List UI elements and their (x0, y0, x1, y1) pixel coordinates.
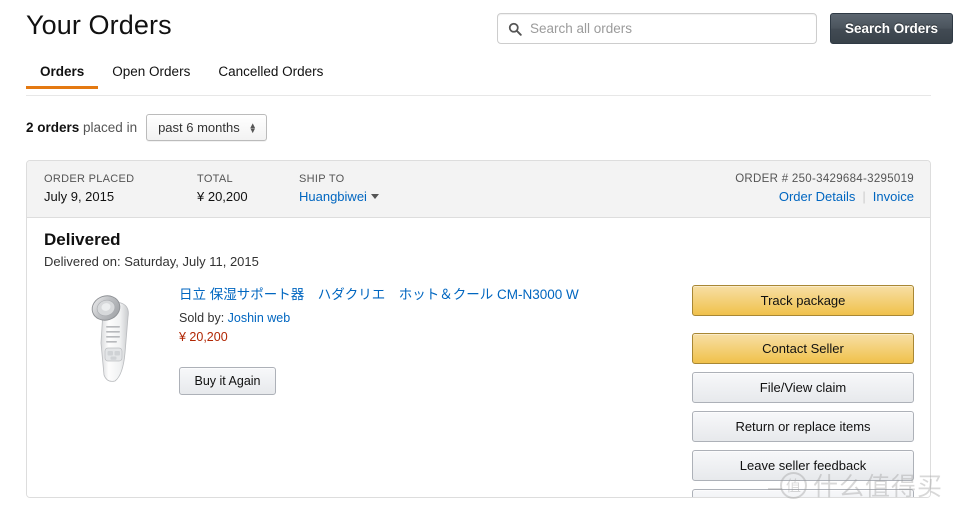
orders-tabs: Orders Open Orders Cancelled Orders (26, 64, 337, 89)
seller-link[interactable]: Joshin web (228, 311, 291, 325)
order-card-body: Delivered Delivered on: Saturday, July 1… (27, 218, 930, 497)
order-links: Order Details | Invoice (735, 189, 914, 204)
product-title-link[interactable]: 日立 保湿サポート器 ハダクリエ ホット＆クール CM-N3000 W (179, 286, 699, 304)
time-range-value: past 6 months (158, 120, 240, 135)
track-package-button[interactable]: Track package (692, 285, 914, 316)
time-range-select[interactable]: past 6 months ▲ ▼ (146, 114, 267, 141)
ship-to-value-row[interactable]: Huangbiwei (299, 189, 379, 204)
page-header: Your Orders Search all orders Search Ord… (0, 0, 957, 62)
ship-to-label: SHIP TO (299, 173, 345, 185)
sold-by-label: Sold by: (179, 311, 228, 325)
order-item-info: 日立 保湿サポート器 ハダクリエ ホット＆クール CM-N3000 W Sold… (179, 286, 699, 344)
search-orders-button[interactable]: Search Orders (830, 13, 954, 44)
link-separator: | (862, 189, 866, 204)
stepper-arrows-icon: ▲ ▼ (248, 120, 257, 135)
archive-order-button[interactable]: Archive order (692, 489, 914, 497)
return-or-replace-items-button[interactable]: Return or replace items (692, 411, 914, 442)
order-total-label: TOTAL (197, 173, 233, 185)
item-price: ¥ 20,200 (179, 330, 228, 344)
orders-count-suffix: placed in (79, 120, 138, 135)
order-total-block: TOTAL ¥ 20,200 (197, 173, 248, 204)
orders-count: 2 orders (26, 120, 80, 135)
sold-by-row: Sold by: Joshin web (179, 311, 699, 325)
order-status-subtitle: Delivered on: Saturday, July 11, 2015 (44, 254, 259, 269)
order-placed-block: ORDER PLACED July 9, 2015 (44, 173, 134, 204)
order-total-value: ¥ 20,200 (197, 189, 248, 204)
ship-to-block: SHIP TO Huangbiwei (299, 173, 379, 204)
order-meta-right: ORDER # 250-3429684-3295019 Order Detail… (735, 173, 914, 204)
watermark-dash (768, 488, 782, 490)
order-card-header: ORDER PLACED July 9, 2015 TOTAL ¥ 20,200… (27, 161, 930, 218)
order-details-link[interactable]: Order Details (779, 189, 856, 204)
orders-count-text: 2 orders placed in (26, 120, 137, 135)
order-status-title: Delivered (44, 230, 121, 249)
leave-seller-feedback-button[interactable]: Leave seller feedback (692, 450, 914, 481)
order-actions: Track package Contact Seller File/View c… (692, 285, 914, 497)
ship-to-recipient[interactable]: Huangbiwei (299, 189, 367, 204)
search-placeholder-text: Search all orders (530, 21, 633, 36)
order-placed-value: July 9, 2015 (44, 189, 115, 204)
order-search-area: Search all orders Search Orders (497, 13, 954, 44)
order-card: ORDER PLACED July 9, 2015 TOTAL ¥ 20,200… (26, 160, 931, 498)
orders-page: Your Orders Search all orders Search Ord… (0, 0, 957, 509)
contact-seller-button[interactable]: Contact Seller (692, 333, 914, 364)
search-icon (508, 22, 522, 36)
tab-orders[interactable]: Orders (26, 64, 99, 89)
file-view-claim-button[interactable]: File/View claim (692, 372, 914, 403)
tab-open-orders[interactable]: Open Orders (98, 64, 204, 88)
product-thumbnail-facial-device[interactable] (73, 291, 151, 389)
search-input[interactable]: Search all orders (497, 13, 817, 44)
order-placed-label: ORDER PLACED (44, 173, 135, 185)
tabs-divider (26, 95, 931, 96)
orders-filter-row: 2 orders placed in past 6 months ▲ ▼ (26, 114, 267, 141)
chevron-down-icon (370, 194, 379, 199)
tab-cancelled-orders[interactable]: Cancelled Orders (204, 64, 337, 88)
invoice-link[interactable]: Invoice (873, 189, 914, 204)
order-number: ORDER # 250-3429684-3295019 (735, 173, 914, 185)
page-title: Your Orders (26, 10, 172, 40)
buy-it-again-button[interactable]: Buy it Again (179, 367, 276, 395)
